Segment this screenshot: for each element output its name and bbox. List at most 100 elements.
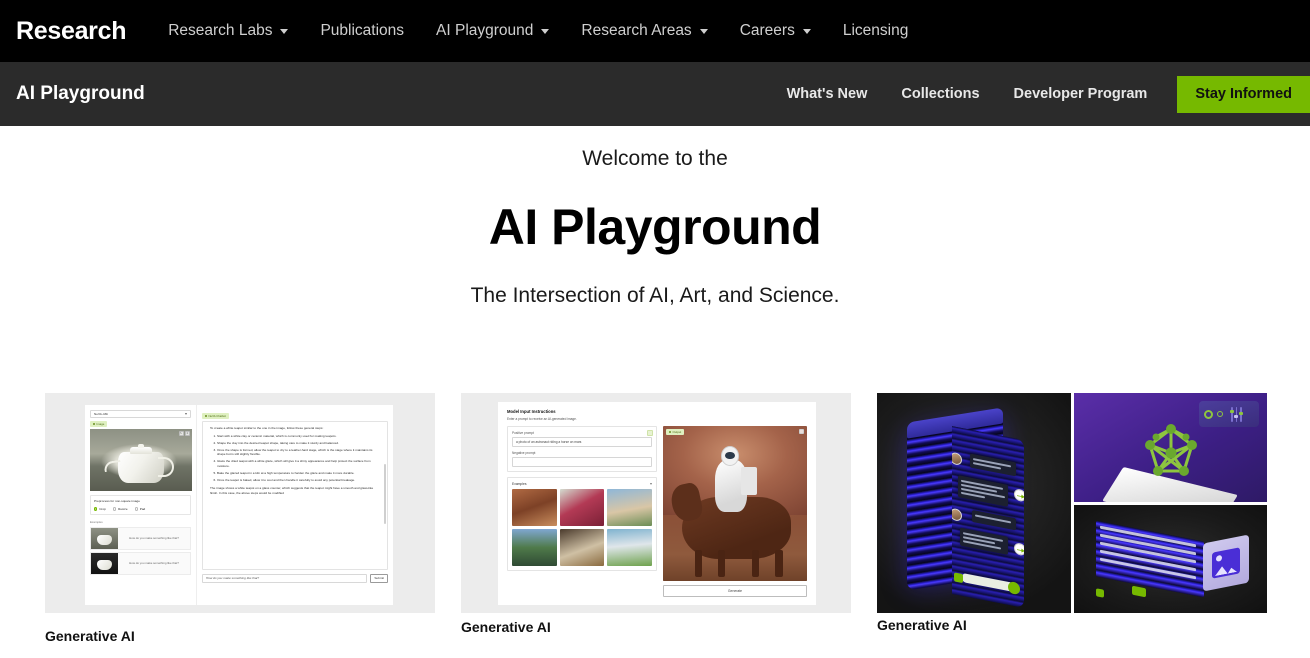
chat-step: Bake the glazed teapot in a kiln at a hi… xyxy=(217,471,380,476)
radio-crop[interactable]: Crop xyxy=(94,507,106,512)
positive-prompt-label: Positive prompt xyxy=(512,430,534,435)
close-icon[interactable]: ✕ xyxy=(185,431,190,437)
nav-item-label: AI Playground xyxy=(436,22,534,39)
secondary-nav-list: What's New Collections Developer Program… xyxy=(770,62,1310,126)
model-select-value: NeVA-43b xyxy=(94,411,109,416)
nav-item-careers[interactable]: Careers xyxy=(724,22,827,40)
radio-icon xyxy=(112,507,117,511)
submit-button[interactable]: Submit xyxy=(370,574,388,584)
image-tools: ✎ ✕ xyxy=(178,431,190,437)
molecule-render xyxy=(1074,393,1267,502)
chat-bubble xyxy=(972,509,1016,531)
chat-step: Start with a white clay or ceramic mater… xyxy=(217,434,380,439)
hero-section: Welcome to the AI Playground The Interse… xyxy=(0,126,1310,308)
subnav-item-collections[interactable]: Collections xyxy=(884,86,996,102)
positive-prompt-input[interactable]: a photo of an astronaut riding a horse o… xyxy=(512,436,652,447)
example-thumbnail[interactable] xyxy=(512,528,557,566)
user-avatar xyxy=(952,507,962,522)
radio-resize[interactable]: Resize xyxy=(112,507,128,512)
stay-informed-button[interactable]: Stay Informed xyxy=(1177,75,1310,113)
negative-prompt-input[interactable] xyxy=(512,456,652,467)
document-lines xyxy=(1100,525,1196,592)
slider-icon xyxy=(1230,406,1243,422)
image-icon xyxy=(93,423,95,426)
output-chip-label: Output xyxy=(672,429,682,434)
scrollbar-thumb[interactable] xyxy=(383,464,386,525)
chevron-down-icon xyxy=(280,28,289,34)
negative-prompt-label: Negative prompt xyxy=(512,450,536,455)
chat-step: Once the shape is formed, allow the teap… xyxy=(217,448,380,458)
generate-button[interactable]: Generate xyxy=(663,584,807,597)
preprocess-radio-group: Crop Resize Pad xyxy=(94,507,187,512)
nav-item-publications[interactable]: Publications xyxy=(304,22,420,40)
hero-subtitle: The Intersection of AI, Art, and Science… xyxy=(470,284,840,308)
site-brand-logo[interactable]: Research xyxy=(16,17,126,46)
chatbot-chip-label: NeVA Chatbot xyxy=(208,414,227,418)
user-avatar xyxy=(952,451,962,466)
bot-avatar xyxy=(1014,542,1024,557)
example-prompt: How do you make something like that? xyxy=(118,552,190,574)
teapot-image: ✎ ✕ xyxy=(90,429,192,492)
molecular-mesh-icon xyxy=(1136,423,1206,485)
astronaut-helmet xyxy=(720,445,740,466)
subnav-item-developer-program[interactable]: Developer Program xyxy=(997,86,1165,102)
prompt-column: Positive prompt a photo of an astronaut … xyxy=(507,425,657,597)
nav-item-research-areas[interactable]: Research Areas xyxy=(565,22,723,40)
card-generative-ai-2[interactable]: Model Input Instructions Enter a prompt … xyxy=(461,393,851,644)
card-generative-ai-1[interactable]: NeVA-43b Image ✎ ✕ Preprocess for non-sq… xyxy=(45,393,435,644)
chat-icon xyxy=(205,415,207,418)
example-thumbnail[interactable] xyxy=(559,488,605,526)
radio-pad[interactable]: Pad xyxy=(134,506,146,512)
example-thumbnail[interactable] xyxy=(607,528,652,566)
chat-intro: To create a white teapot similar to the … xyxy=(210,426,324,431)
subnav-item-whats-new[interactable]: What's New xyxy=(770,86,885,102)
chat-server-render xyxy=(877,393,1071,613)
send-button-icon xyxy=(1008,580,1020,596)
example-row[interactable]: How do you make something like that? xyxy=(90,551,191,575)
section-title: AI Playground xyxy=(16,83,145,104)
chat-bubble xyxy=(960,527,1008,555)
nav-item-licensing[interactable]: Licensing xyxy=(827,22,925,40)
horse-leg xyxy=(775,549,783,578)
edit-icon[interactable]: ✎ xyxy=(178,431,184,437)
copy-icon[interactable] xyxy=(647,429,653,436)
chatbot-chip: NeVA Chatbot xyxy=(202,413,230,420)
chat-transcript[interactable]: To create a white teapot similar to the … xyxy=(202,421,388,571)
card-thumbnail-neva-chatbot[interactable]: NeVA-43b Image ✎ ✕ Preprocess for non-sq… xyxy=(45,393,435,613)
demo-subheading: Enter a prompt to receive an AI-generate… xyxy=(507,416,577,421)
chat-input[interactable]: How do you make something like that? xyxy=(202,574,368,584)
camera-icon xyxy=(954,572,963,584)
output-column: Output Generate xyxy=(663,425,807,597)
preprocess-label: Preprocess for non-square image xyxy=(94,499,140,504)
chevron-down-icon xyxy=(802,28,811,34)
image-icon xyxy=(1212,546,1240,579)
chat-step: Once the teapot is baked, allow it to co… xyxy=(217,478,380,483)
nav-item-ai-playground[interactable]: AI Playground xyxy=(420,22,565,40)
example-prompt: How do you make something like that? xyxy=(118,527,190,549)
chevron-down-icon[interactable] xyxy=(650,482,652,485)
server-chat-face xyxy=(952,426,1024,608)
card-thumbnail-text-to-image[interactable]: Model Input Instructions Enter a prompt … xyxy=(461,393,851,613)
example-thumbnail[interactable] xyxy=(607,488,652,526)
radio-label: Pad xyxy=(139,506,146,511)
model-select[interactable]: NeVA-43b xyxy=(90,410,191,418)
horse-leg xyxy=(752,549,760,578)
link-icon xyxy=(1132,585,1146,597)
image-chip: Image xyxy=(90,421,108,428)
card-thumbnail-3d-collage[interactable] xyxy=(877,393,1267,613)
example-thumbnail[interactable] xyxy=(512,488,557,526)
example-thumbnail[interactable] xyxy=(559,528,605,566)
chevron-down-icon xyxy=(541,28,550,34)
card-generative-ai-3[interactable]: Generative AI xyxy=(877,393,1267,644)
page-title: AI Playground xyxy=(488,199,822,256)
neva-demo-app: NeVA-43b Image ✎ ✕ Preprocess for non-sq… xyxy=(85,405,393,605)
chat-bubble xyxy=(970,453,1016,477)
close-icon[interactable] xyxy=(799,428,804,434)
radio-icon xyxy=(134,507,138,511)
card-caption: Generative AI xyxy=(45,628,135,644)
chevron-down-icon xyxy=(699,28,708,34)
example-row[interactable]: How do you make something like that? xyxy=(90,526,191,550)
gear-icon xyxy=(1204,409,1213,419)
chat-outro: The image shows a white teapot on a glas… xyxy=(210,485,374,495)
nav-item-research-labs[interactable]: Research Labs xyxy=(152,22,304,40)
